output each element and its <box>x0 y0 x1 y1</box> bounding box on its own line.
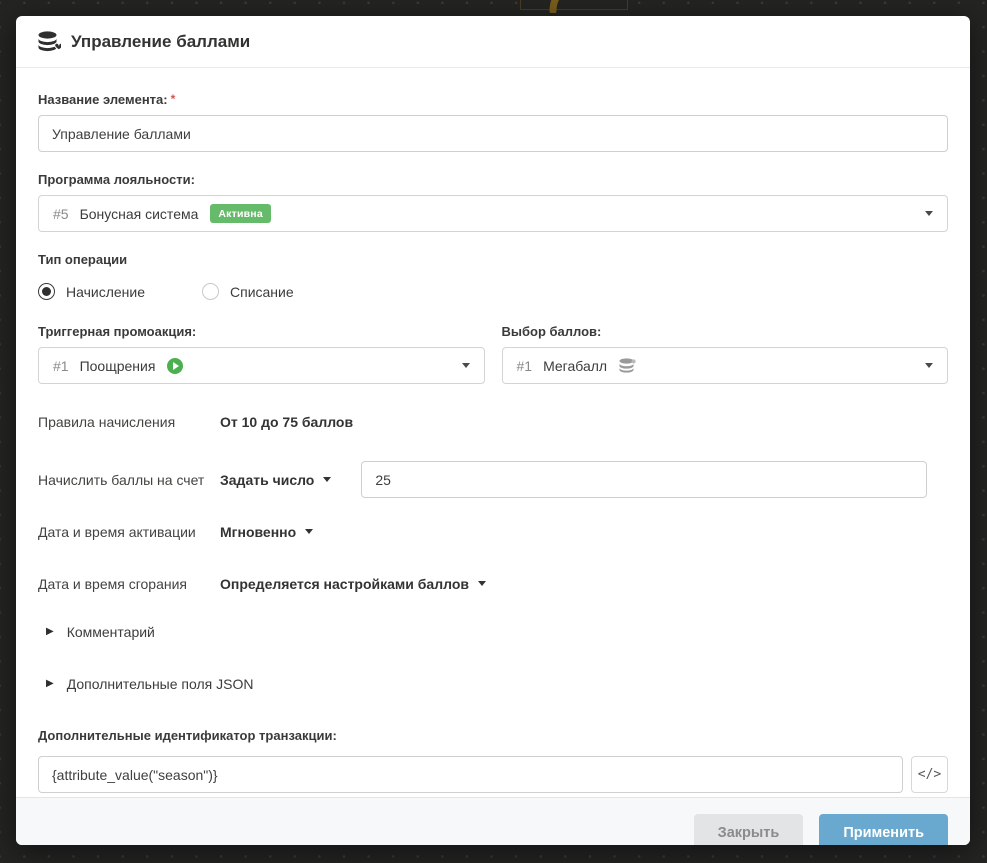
chevron-down-icon <box>925 363 933 368</box>
trigger-promo-label: Триггерная промоакция: <box>38 324 485 339</box>
expiration-mode-value: Определяется настройками баллов <box>220 576 469 592</box>
radio-debit-label: Списание <box>230 284 294 300</box>
modal-body: Название элемента:* Программа лояльности… <box>16 68 970 797</box>
expiration-row: Дата и время сгорания Определяется настр… <box>38 565 948 602</box>
operation-type-label: Тип операции <box>38 252 948 267</box>
coins-stack-icon <box>619 358 636 373</box>
points-select-field: Выбор баллов: #1 Мегабалл <box>502 324 949 384</box>
activation-label: Дата и время активации <box>38 524 220 540</box>
chevron-down-icon <box>323 477 331 482</box>
accrual-rules-value: От 10 до 75 баллов <box>220 414 353 430</box>
points-stack-heart-icon <box>38 31 61 53</box>
accrue-points-label: Начислить баллы на счет <box>38 472 220 488</box>
comment-section-label: Комментарий <box>67 624 155 640</box>
loyalty-program-label: Программа лояльности: <box>38 172 948 187</box>
activation-row: Дата и время активации Мгновенно <box>38 513 948 550</box>
trigger-promo-field: Триггерная промоакция: #1 Поощрения <box>38 324 485 384</box>
transaction-id-input[interactable] <box>38 756 903 793</box>
expiration-label: Дата и время сгорания <box>38 576 220 592</box>
trigger-promo-name: Поощрения <box>80 358 156 374</box>
modal-header: Управление баллами <box>16 16 970 68</box>
modal-footer: Закрыть Применить <box>16 797 970 845</box>
accrual-rules-row: Правила начисления От 10 до 75 баллов <box>38 410 948 434</box>
comment-section-toggle[interactable]: ▶ Комментарий <box>46 624 948 640</box>
loyalty-program-select[interactable]: #5 Бонусная система Активна <box>38 195 948 232</box>
code-template-button[interactable]: </> <box>911 756 948 793</box>
loyalty-program-id: #5 <box>53 206 69 222</box>
radio-unchecked-icon <box>202 283 219 300</box>
points-amount-input[interactable] <box>361 461 927 498</box>
collapsed-arrow-icon: ▶ <box>46 627 54 637</box>
points-select[interactable]: #1 Мегабалл <box>502 347 949 384</box>
accrual-rules-label: Правила начисления <box>38 414 220 430</box>
chevron-down-icon <box>478 581 486 586</box>
radio-checked-icon <box>38 283 55 300</box>
operation-type-options: Начисление Списание <box>38 283 948 300</box>
chevron-down-icon <box>462 363 470 368</box>
activation-mode-value: Мгновенно <box>220 524 296 540</box>
play-circle-icon <box>167 358 183 374</box>
json-fields-section-toggle[interactable]: ▶ Дополнительные поля JSON <box>46 676 948 692</box>
apply-button[interactable]: Применить <box>819 814 948 845</box>
dimmed-background-widget <box>520 0 628 10</box>
loyalty-program-name: Бонусная система <box>80 206 199 222</box>
required-asterisk: * <box>171 92 176 106</box>
points-select-name: Мегабалл <box>543 358 607 374</box>
modal-title: Управление баллами <box>71 32 250 52</box>
accrue-points-row: Начислить баллы на счет Задать число <box>38 461 948 498</box>
json-fields-section-label: Дополнительные поля JSON <box>67 676 254 692</box>
selects-row: Триггерная промоакция: #1 Поощрения Выбо… <box>38 324 948 384</box>
expiration-mode-dropdown[interactable]: Определяется настройками баллов <box>220 576 486 592</box>
collapsed-arrow-icon: ▶ <box>46 679 54 689</box>
chevron-down-icon <box>305 529 313 534</box>
chevron-down-icon <box>925 211 933 216</box>
radio-accrual-label: Начисление <box>66 284 145 300</box>
points-select-id: #1 <box>517 358 533 374</box>
accrue-mode-value: Задать число <box>220 472 314 488</box>
background-curve-glyph <box>549 0 599 13</box>
loyalty-program-field: Программа лояльности: #5 Бонусная систем… <box>38 172 948 232</box>
element-name-input[interactable] <box>38 115 948 152</box>
transaction-id-field: Дополнительные идентификатор транзакции:… <box>38 728 948 793</box>
radio-option-debit[interactable]: Списание <box>202 283 294 300</box>
element-name-field: Название элемента:* <box>38 92 948 152</box>
operation-type-field: Тип операции Начисление Списание <box>38 252 948 300</box>
radio-option-accrual[interactable]: Начисление <box>38 283 145 300</box>
transaction-id-label: Дополнительные идентификатор транзакции: <box>38 728 948 743</box>
accrue-mode-dropdown[interactable]: Задать число <box>220 472 331 488</box>
points-management-modal: Управление баллами Название элемента:* П… <box>16 16 970 845</box>
points-select-label: Выбор баллов: <box>502 324 949 339</box>
code-icon: </> <box>918 767 941 782</box>
trigger-promo-id: #1 <box>53 358 69 374</box>
trigger-promo-select[interactable]: #1 Поощрения <box>38 347 485 384</box>
activation-mode-dropdown[interactable]: Мгновенно <box>220 524 313 540</box>
status-badge: Активна <box>210 204 270 223</box>
element-name-label: Название элемента:* <box>38 92 948 107</box>
close-button[interactable]: Закрыть <box>694 814 804 845</box>
